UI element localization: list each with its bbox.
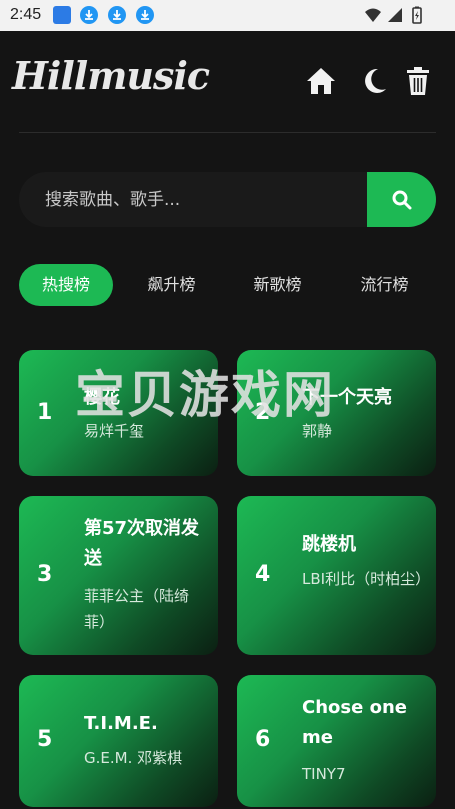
song-rank: 6 bbox=[255, 727, 271, 752]
song-artist: G.E.M. 邓紫棋 bbox=[84, 749, 183, 767]
tab-rising[interactable]: 飙升榜 bbox=[128, 264, 215, 306]
download-icon bbox=[136, 6, 154, 24]
moon-icon[interactable] bbox=[358, 65, 390, 97]
song-title: T.I.M.E. bbox=[84, 713, 158, 734]
app-header: Hillmusic bbox=[0, 31, 455, 133]
song-artist: LBI利比（时柏尘） bbox=[302, 570, 431, 588]
song-artist: 菲菲公主（陆绮菲） bbox=[84, 587, 190, 631]
battery-icon bbox=[412, 6, 422, 24]
home-icon[interactable] bbox=[305, 65, 337, 97]
song-rank: 4 bbox=[255, 562, 271, 587]
song-title: 下一个天亮 bbox=[302, 387, 392, 408]
song-rank: 3 bbox=[37, 562, 53, 587]
tab-popular[interactable]: 流行榜 bbox=[341, 264, 428, 306]
song-artist: 易烊千玺 bbox=[84, 422, 145, 440]
song-artist: 郭静 bbox=[302, 422, 333, 440]
song-card-3[interactable]: 3 第57次取消发送 菲菲公主（陆绮菲） bbox=[19, 496, 218, 655]
song-rank: 2 bbox=[255, 400, 271, 425]
song-title: Chose one me bbox=[302, 697, 407, 748]
search-bar bbox=[19, 172, 436, 227]
chart-tabs: 热搜榜 飙升榜 新歌榜 流行榜 bbox=[19, 264, 436, 306]
search-input[interactable] bbox=[19, 172, 379, 227]
download-icon bbox=[108, 6, 126, 24]
song-rank: 5 bbox=[37, 727, 53, 752]
song-card-1[interactable]: 1 樱花 易烊千玺 bbox=[19, 350, 218, 476]
song-card-4[interactable]: 4 跳楼机 LBI利比（时柏尘） bbox=[237, 496, 436, 655]
status-time: 2:45 bbox=[10, 6, 42, 23]
app-logo: Hillmusic bbox=[12, 53, 210, 98]
signal-icon bbox=[388, 8, 402, 22]
song-card-5[interactable]: 5 T.I.M.E. G.E.M. 邓紫棋 bbox=[19, 675, 218, 807]
app-notification-icon bbox=[53, 6, 71, 24]
search-icon bbox=[392, 190, 411, 209]
search-button[interactable] bbox=[367, 172, 436, 227]
trash-icon[interactable] bbox=[402, 65, 434, 97]
song-title: 樱花 bbox=[84, 387, 120, 408]
download-icon bbox=[80, 6, 98, 24]
tab-new-songs[interactable]: 新歌榜 bbox=[234, 264, 321, 306]
status-bar: 2:45 bbox=[0, 0, 455, 31]
song-rank: 1 bbox=[37, 400, 53, 425]
song-title: 跳楼机 bbox=[302, 534, 356, 555]
song-card-6[interactable]: 6 Chose one me TINY7 bbox=[237, 675, 436, 807]
tab-hot-search[interactable]: 热搜榜 bbox=[19, 264, 113, 306]
song-card-2[interactable]: 2 下一个天亮 郭静 bbox=[237, 350, 436, 476]
song-artist: TINY7 bbox=[302, 765, 346, 783]
song-title: 第57次取消发送 bbox=[84, 518, 200, 569]
header-divider bbox=[19, 132, 436, 133]
wifi-icon bbox=[365, 8, 381, 22]
